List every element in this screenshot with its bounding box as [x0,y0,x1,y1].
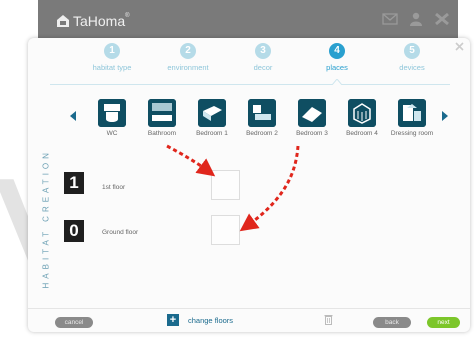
floor-label: 1st floor [102,184,126,191]
floor-drop-zone-1st[interactable] [211,170,240,200]
bed-icon [298,99,326,127]
wizard-steps: 1 habitat type 2 environment 3 decor 4 p… [28,43,470,83]
app-logo: TaHoma ® [56,13,130,29]
next-button[interactable]: next [427,317,460,328]
app-header: TaHoma ® [38,0,458,40]
change-floors-label: change floors [188,315,234,325]
room-bedroom-3[interactable]: Bedroom 3 [286,99,338,137]
user-icon[interactable] [408,12,424,26]
room-label: Bedroom 1 [196,130,228,137]
room-carousel: WC Bathroom Bedroom 1 Bedroom 2 Bedroom … [86,99,441,143]
step-label: devices [399,63,425,72]
carousel-next-icon[interactable] [442,111,448,121]
active-step-caret-icon [332,79,342,85]
room-label: Bathroom [147,130,177,137]
room-dressing-room[interactable]: Dressing room [386,99,438,137]
app-name: TaHoma [73,13,126,29]
room-label: Bedroom 4 [346,130,378,137]
toilet-icon [98,99,126,127]
bottom-divider [28,308,470,309]
trademark: ® [125,13,130,19]
room-label: WC [106,130,118,137]
step-devices[interactable]: 5 devices [367,43,457,72]
steps-divider [50,84,450,85]
vertical-section-title: HABITAT CREATION [41,149,51,289]
room-bedroom-2[interactable]: Bedroom 2 [236,99,288,137]
plus-icon: + [167,314,179,326]
floor-label: Ground floor [102,229,139,236]
room-wc[interactable]: WC [86,99,138,137]
step-number: 3 [255,43,271,59]
room-bedroom-1[interactable]: Bedroom 1 [186,99,238,137]
room-label: Dressing room [390,130,434,137]
floor-number-badge: 1 [64,172,84,194]
floor-drop-zone-ground[interactable] [211,215,240,245]
step-number: 2 [180,43,196,59]
room-bathroom[interactable]: Bathroom [136,99,188,137]
room-label: Bedroom 2 [246,130,278,137]
back-button[interactable]: back [373,317,411,328]
crib-icon [348,99,376,127]
tools-icon[interactable] [434,12,450,26]
wardrobe-icon [398,99,426,127]
habitat-creation-dialog: 1 habitat type 2 environment 3 decor 4 p… [28,38,470,332]
cancel-button[interactable]: cancel [55,317,93,328]
step-number: 4 [329,43,345,59]
carousel-prev-icon[interactable] [70,111,76,121]
room-bedroom-4[interactable]: Bedroom 4 [336,99,388,137]
floor-number-badge: 0 [64,220,84,242]
bed-icon [198,99,226,127]
step-number: 5 [404,43,420,59]
change-floors-link[interactable]: + change floors [167,314,233,326]
step-number: 1 [104,43,120,59]
house-logo-icon [57,15,69,27]
trash-icon[interactable] [324,314,333,325]
room-label: Bedroom 3 [296,130,328,137]
bathtub-icon [148,99,176,127]
mail-icon[interactable] [382,12,398,26]
bed-icon [248,99,276,127]
